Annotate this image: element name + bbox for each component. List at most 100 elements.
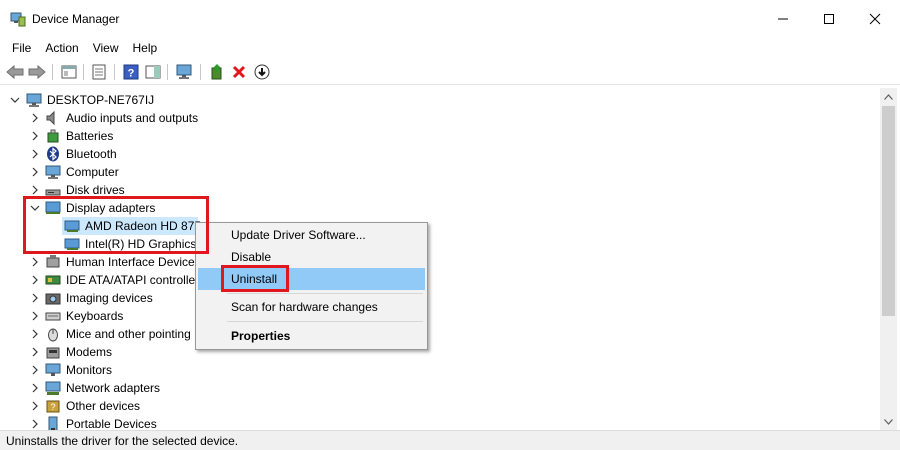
status-bar: Uninstalls the driver for the selected d…: [0, 430, 900, 450]
chevron-right-icon[interactable]: [30, 401, 40, 411]
tree-category-modems[interactable]: Modems: [0, 343, 860, 361]
chevron-right-icon[interactable]: [30, 113, 40, 123]
close-button[interactable]: [852, 0, 898, 38]
show-hide-tree-button[interactable]: [60, 63, 78, 81]
scan-hardware-button[interactable]: [176, 63, 194, 81]
action-pane-icon: [145, 65, 161, 79]
tree-category-display-adapters[interactable]: Display adapters: [0, 199, 860, 217]
vertical-scrollbar[interactable]: [880, 88, 897, 430]
back-button[interactable]: [6, 63, 24, 81]
menu-action[interactable]: Action: [39, 41, 84, 55]
ctx-properties[interactable]: Properties: [198, 325, 425, 347]
keyboard-icon: [45, 312, 61, 321]
properties-icon: [92, 64, 106, 80]
tree-device-intel-hd[interactable]: Intel(R) HD Graphics: [0, 235, 860, 253]
tree-root[interactable]: DESKTOP-NE767IJ: [0, 91, 860, 109]
menu-help[interactable]: Help: [127, 41, 164, 55]
chevron-down-icon[interactable]: [10, 95, 20, 105]
tree-category-monitors[interactable]: Monitors: [0, 361, 860, 379]
tree-category-label: Bluetooth: [66, 147, 117, 161]
disk-drive-icon: [45, 189, 61, 196]
ctx-disable[interactable]: Disable: [198, 246, 425, 268]
maximize-button[interactable]: [806, 0, 852, 38]
menu-view[interactable]: View: [87, 41, 125, 55]
chevron-down-icon[interactable]: [30, 203, 40, 213]
scroll-up-arrow-icon: [884, 93, 893, 100]
uninstall-button[interactable]: [230, 63, 248, 81]
chevron-right-icon[interactable]: [30, 329, 40, 339]
tree-category-imaging[interactable]: Imaging devices: [0, 289, 860, 307]
tree-category-audio[interactable]: Audio inputs and outputs: [0, 109, 860, 127]
update-driver-button[interactable]: [208, 63, 226, 81]
tree-category-disk-drives[interactable]: Disk drives: [0, 181, 860, 199]
tree-category-network[interactable]: Network adapters: [0, 379, 860, 397]
tree-device-label: AMD Radeon HD 875: [85, 219, 202, 233]
battery-icon: [47, 129, 59, 143]
action-pane-button[interactable]: [144, 63, 162, 81]
svg-text:?: ?: [50, 402, 55, 412]
tree-category-hid[interactable]: Human Interface Devices: [0, 253, 860, 271]
tree-category-portable[interactable]: Portable Devices: [0, 415, 860, 430]
menu-file[interactable]: File: [6, 41, 37, 55]
tree-category-mice[interactable]: Mice and other pointing: [0, 325, 860, 343]
chevron-right-icon[interactable]: [30, 383, 40, 393]
tree-device-label: Intel(R) HD Graphics: [85, 237, 197, 251]
tree-category-label: IDE ATA/ATAPI controller: [66, 273, 200, 287]
ctx-uninstall[interactable]: Uninstall: [198, 268, 425, 290]
ctx-separator: [227, 321, 423, 322]
ctx-separator: [227, 293, 423, 294]
chevron-right-icon[interactable]: [30, 131, 40, 141]
ide-controller-icon: [45, 275, 61, 285]
scroll-thumb[interactable]: [882, 106, 895, 316]
tree-category-batteries[interactable]: Batteries: [0, 127, 860, 145]
update-driver-icon: [211, 64, 222, 80]
tree-category-label: Computer: [66, 165, 119, 179]
speaker-icon: [46, 110, 55, 126]
scroll-down-button[interactable]: [880, 413, 897, 430]
monitor-icon: [45, 363, 61, 376]
chevron-right-icon[interactable]: [30, 257, 40, 267]
minimize-button[interactable]: [760, 0, 806, 38]
minimize-icon: [778, 18, 788, 20]
chevron-right-icon[interactable]: [30, 149, 40, 159]
help-button[interactable]: ?: [122, 63, 140, 81]
menu-bar: File Action View Help: [0, 38, 900, 58]
tree-category-label: Imaging devices: [66, 291, 153, 305]
display-adapter-icon: [64, 238, 80, 250]
device-manager-icon: [10, 12, 26, 27]
device-tree[interactable]: DESKTOP-NE767IJ Audio inputs and outputs…: [0, 88, 880, 430]
tree-category-keyboards[interactable]: Keyboards: [0, 307, 860, 325]
camera-icon: [45, 293, 61, 305]
computer-icon: [26, 93, 42, 107]
tree-device-amd-radeon[interactable]: AMD Radeon HD 875: [0, 217, 860, 235]
properties-button[interactable]: [90, 63, 108, 81]
ctx-update-driver[interactable]: Update Driver Software...: [198, 224, 425, 246]
tree-category-label: Keyboards: [66, 309, 124, 323]
uninstall-x-icon: [232, 65, 246, 79]
tree-category-label: Human Interface Devices: [66, 255, 201, 269]
forward-button[interactable]: [28, 63, 46, 81]
computer-icon: [45, 165, 61, 179]
tree-category-bluetooth[interactable]: Bluetooth: [0, 145, 860, 163]
chevron-right-icon[interactable]: [30, 275, 40, 285]
chevron-right-icon[interactable]: [30, 365, 40, 375]
tree-category-other-devices[interactable]: ? Other devices: [0, 397, 860, 415]
ctx-scan-hardware[interactable]: Scan for hardware changes: [198, 296, 425, 318]
tree-category-computer[interactable]: Computer: [0, 163, 860, 181]
chevron-right-icon[interactable]: [30, 167, 40, 177]
chevron-right-icon[interactable]: [30, 347, 40, 357]
other-devices-icon: ?: [46, 400, 60, 413]
chevron-right-icon[interactable]: [30, 311, 40, 321]
scroll-up-button[interactable]: [880, 88, 897, 105]
toolbar-separator: [83, 64, 84, 80]
toolbar-separator: [114, 64, 115, 80]
network-adapter-icon: [45, 381, 61, 395]
scan-hardware-icon: [176, 64, 192, 79]
chevron-right-icon[interactable]: [30, 419, 40, 429]
tree-category-ide[interactable]: IDE ATA/ATAPI controller: [0, 271, 860, 289]
chevron-right-icon[interactable]: [30, 185, 40, 195]
tree-root-label: DESKTOP-NE767IJ: [47, 93, 155, 107]
disable-button[interactable]: [253, 63, 271, 81]
disable-down-arrow-icon: [254, 64, 270, 80]
chevron-right-icon[interactable]: [30, 293, 40, 303]
